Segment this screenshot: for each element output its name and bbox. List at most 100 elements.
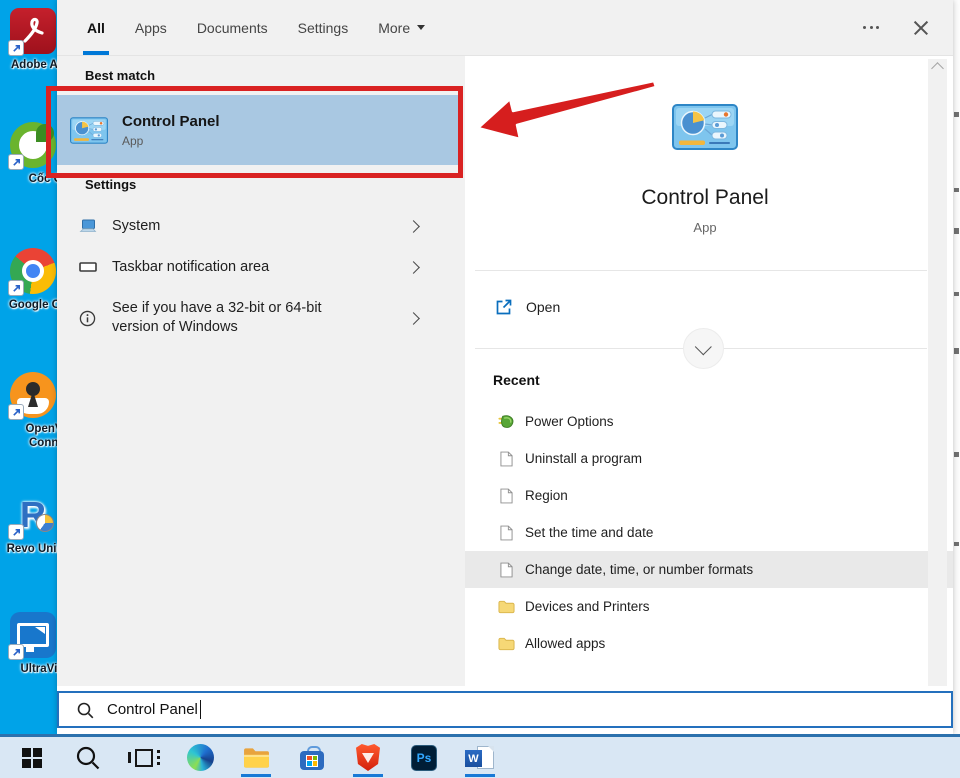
- taskbar-settings-icon: [78, 258, 97, 277]
- desktop-icon-google-chrome[interactable]: Google Chrome: [10, 248, 57, 294]
- taskbar-file-explorer-button[interactable]: [228, 737, 284, 778]
- tab-apps[interactable]: Apps: [133, 0, 169, 55]
- taskbar-brave-button[interactable]: [340, 737, 396, 778]
- folder-icon: [497, 635, 515, 653]
- settings-result-label: System: [112, 217, 160, 236]
- taskbar: Ps W: [0, 734, 960, 778]
- edge-icon: [187, 744, 214, 771]
- desktop-icon-openvpn-connect[interactable]: OpenVPN Connect: [10, 372, 57, 418]
- chevron-right-icon: [407, 261, 420, 274]
- ellipsis-menu-icon[interactable]: [863, 26, 879, 29]
- close-icon[interactable]: [913, 20, 929, 36]
- shortcut-arrow-icon: [8, 154, 24, 170]
- search-input[interactable]: Control Panel: [57, 691, 953, 728]
- recent-item-label: Allowed apps: [525, 636, 605, 651]
- recent-item-uninstall-a-program[interactable]: Uninstall a program: [465, 440, 953, 477]
- page-icon: [497, 450, 515, 468]
- desktop-icon-label: Adobe Acrobat: [4, 58, 57, 72]
- recent-item-change-date-time-or-number-formats[interactable]: Change date, time, or number formats: [465, 551, 953, 588]
- recent-list: Power Options Uninstall a program Region: [465, 403, 953, 662]
- recent-item-label: Change date, time, or number formats: [525, 562, 753, 577]
- open-icon: [495, 298, 513, 316]
- recent-item-label: Uninstall a program: [525, 451, 642, 466]
- settings-result-label: Taskbar notification area: [112, 258, 269, 277]
- recent-item-region[interactable]: Region: [465, 477, 953, 514]
- info-icon: [78, 309, 97, 328]
- shortcut-arrow-icon: [8, 40, 24, 56]
- taskbar-store-button[interactable]: [284, 737, 340, 778]
- desktop-icon-ultraviewer[interactable]: UltraViewer: [10, 612, 57, 658]
- settings-result-system[interactable]: System: [57, 206, 461, 246]
- system-icon: [78, 217, 97, 236]
- tab-settings[interactable]: Settings: [296, 0, 351, 55]
- tab-more-label: More: [378, 20, 410, 36]
- expand-button[interactable]: [683, 328, 724, 369]
- search-tabbar: All Apps Documents Settings More: [57, 0, 953, 56]
- recent-item-label: Power Options: [525, 414, 614, 429]
- word-icon: W: [465, 744, 495, 771]
- desktop-icon-adobe-acrobat[interactable]: Adobe Acrobat: [10, 8, 57, 54]
- settings-result-32-or-64-bit[interactable]: See if you have a 32-bit or 64-bit versi…: [57, 288, 461, 348]
- search-icon: [76, 701, 94, 719]
- tab-all[interactable]: All: [85, 0, 107, 55]
- preview-subtitle: App: [465, 220, 945, 235]
- text-cursor: [200, 700, 202, 719]
- scrollbar[interactable]: [928, 59, 947, 731]
- scroll-up-icon[interactable]: [931, 62, 944, 75]
- shortcut-arrow-icon: [8, 280, 24, 296]
- divider: [475, 270, 927, 271]
- desktop-icon-revo-uninstaller[interactable]: R Revo Uninstaller: [10, 492, 57, 538]
- taskbar-search-button[interactable]: [60, 737, 116, 778]
- preview-panel: Control Panel App Open Recent: [465, 56, 953, 686]
- taskbar-photoshop-button[interactable]: Ps: [396, 737, 452, 778]
- search-query-text: Control Panel: [107, 701, 198, 718]
- settings-result-taskbar-notification-area[interactable]: Taskbar notification area: [57, 247, 461, 287]
- search-bar-area: Control Panel: [57, 686, 953, 734]
- shortcut-arrow-icon: [8, 404, 24, 420]
- chevron-right-icon: [407, 312, 420, 325]
- photoshop-icon: Ps: [411, 745, 437, 771]
- control-panel-icon-large: [672, 104, 738, 150]
- desktop-right-edge: [953, 0, 960, 734]
- search-icon: [75, 745, 101, 771]
- desktop-icon-label: Google Chrome: [4, 298, 57, 312]
- recent-item-power-options[interactable]: Power Options: [465, 403, 953, 440]
- taskbar-word-button[interactable]: W: [452, 737, 508, 778]
- settings-heading: Settings: [85, 177, 136, 192]
- recent-item-devices-and-printers[interactable]: Devices and Printers: [465, 588, 953, 625]
- chevron-right-icon: [407, 220, 420, 233]
- tab-documents[interactable]: Documents: [195, 0, 270, 55]
- open-label: Open: [526, 299, 560, 315]
- task-view-button[interactable]: [116, 737, 172, 778]
- caret-down-icon: [417, 25, 425, 30]
- desktop-icon-label: Revo Uninstaller: [4, 542, 57, 556]
- task-view-icon: [128, 749, 160, 767]
- chevron-down-icon: [694, 338, 711, 355]
- page-icon: [497, 561, 515, 579]
- microsoft-store-icon: [299, 745, 325, 771]
- desktop-icon-label: OpenVPN Connect: [4, 422, 57, 450]
- desktop-icon-label: UltraViewer: [4, 662, 57, 676]
- recent-item-label: Devices and Printers: [525, 599, 650, 614]
- power-options-icon: [497, 413, 515, 431]
- recent-item-set-the-time-and-date[interactable]: Set the time and date: [465, 514, 953, 551]
- open-action[interactable]: Open: [465, 285, 927, 329]
- recent-item-label: Region: [525, 488, 568, 503]
- start-button[interactable]: [4, 737, 60, 778]
- recent-item-allowed-apps[interactable]: Allowed apps: [465, 625, 953, 662]
- recent-heading: Recent: [493, 372, 540, 388]
- shortcut-arrow-icon: [8, 644, 24, 660]
- tab-more[interactable]: More: [376, 0, 427, 55]
- best-match-heading: Best match: [85, 68, 155, 83]
- screen: Adobe Acrobat Cốc Cốc Google Chrome Open…: [0, 0, 960, 778]
- page-icon: [497, 524, 515, 542]
- brave-icon: [356, 744, 380, 771]
- folder-icon: [497, 598, 515, 616]
- settings-result-label: See if you have a 32-bit or 64-bit versi…: [112, 299, 370, 337]
- file-explorer-icon: [243, 746, 270, 769]
- taskbar-edge-button[interactable]: [172, 737, 228, 778]
- annotation-red-rectangle: [46, 86, 463, 178]
- recent-item-label: Set the time and date: [525, 525, 653, 540]
- shortcut-arrow-icon: [8, 524, 24, 540]
- windows-logo-icon: [21, 747, 43, 769]
